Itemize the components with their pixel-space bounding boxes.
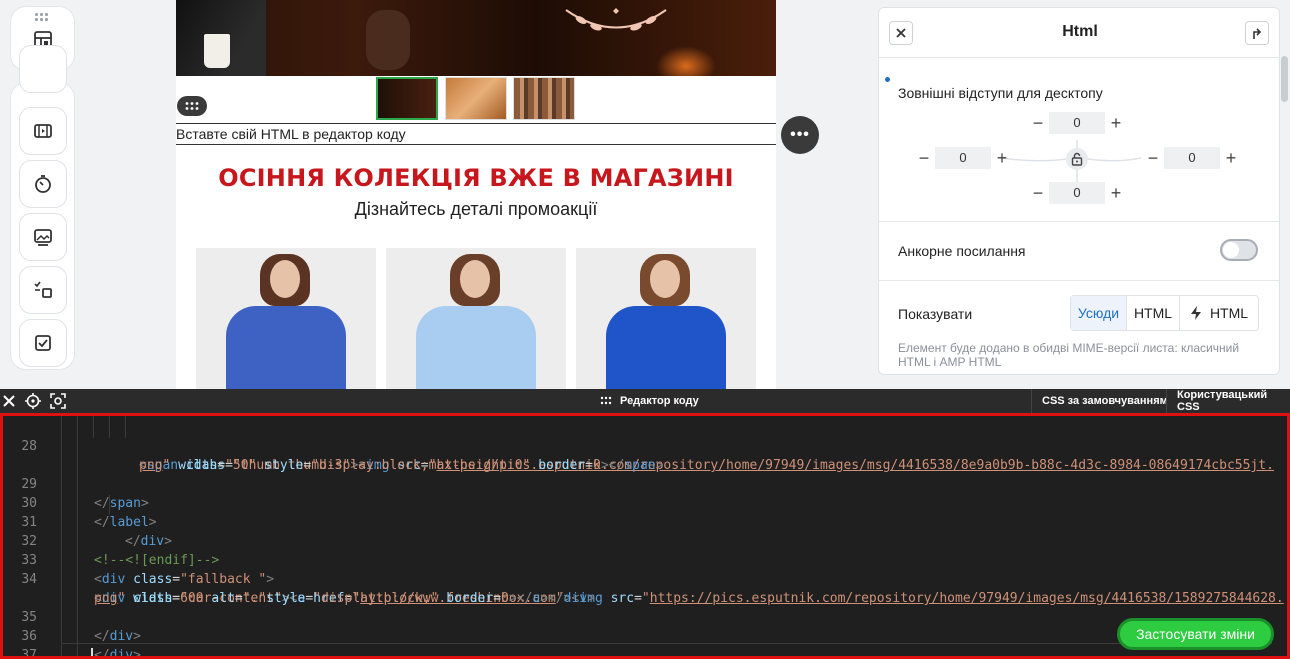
mime-note: Елемент буде додано в обидві MIME-версії… <box>898 341 1240 369</box>
changed-indicator <box>885 77 890 82</box>
margins-label: Зовнішні відступи для десктопу <box>898 85 1103 101</box>
tool-timer-button[interactable] <box>19 160 67 208</box>
current-line-marker <box>62 643 1272 644</box>
email-canvas: Вставте свій HTML в редактор коду ОСІННЯ… <box>176 0 776 390</box>
anchor-link-label: Анкорне посилання <box>898 243 1026 259</box>
video-icon <box>34 124 52 138</box>
code-line: png" width="50" style="display:block;max… <box>139 458 664 473</box>
code-line: 31 </div> <box>3 494 1287 549</box>
promo-subtitle: Дізнайтесь деталі промоакції <box>354 199 598 219</box>
target-button[interactable] <box>24 392 42 410</box>
divider <box>879 280 1279 281</box>
code-line: 33 <div class="fallback "> <box>3 532 1287 587</box>
code-editor-title: Редактор коду <box>620 395 699 407</box>
html-block-placeholder[interactable]: Вставте свій HTML в редактор коду <box>176 123 776 145</box>
carousel-thumb-1[interactable] <box>376 77 438 120</box>
grip-dots-icon <box>185 102 199 110</box>
divider <box>879 221 1279 222</box>
panel-scrollbar[interactable] <box>1281 56 1288 102</box>
checkbox-icon <box>35 335 51 351</box>
code-line: 32 <!--<![endif]--> <box>3 513 1287 568</box>
decrement-icon[interactable]: − <box>1027 182 1049 204</box>
code-editor[interactable]: 28 <span class="thumb thumb-3"><img src=… <box>0 413 1290 659</box>
increment-icon[interactable]: + <box>991 147 1013 169</box>
crosshair-icon <box>25 393 41 409</box>
product-image-2[interactable] <box>386 248 566 390</box>
text-cursor <box>91 648 93 656</box>
block-more-menu-button[interactable]: ••• <box>781 116 819 154</box>
show-option-amp-label: HTML <box>1209 305 1249 321</box>
show-option-html[interactable]: HTML <box>1127 296 1180 330</box>
code-line: 30 </label> <box>3 475 1287 530</box>
decrement-icon[interactable]: − <box>1027 112 1049 134</box>
wreath-decoration-icon <box>565 8 667 31</box>
unlock-icon <box>1071 152 1083 166</box>
code-line: 28 <span class="thumb thumb-3"><img src=… <box>3 418 1287 473</box>
product-image-3[interactable] <box>576 248 756 390</box>
carousel-thumb-3[interactable] <box>513 77 575 120</box>
focus-button[interactable] <box>49 392 67 410</box>
apply-changes-button[interactable]: Застосувати зміни <box>1117 618 1274 650</box>
increment-icon[interactable]: + <box>1105 182 1127 204</box>
margin-bottom-value[interactable]: 0 <box>1049 182 1105 204</box>
close-icon <box>3 395 15 407</box>
code-line: 29 </span> <box>3 456 1287 511</box>
decrement-icon[interactable]: − <box>913 147 935 169</box>
margin-left-stepper[interactable]: − 0 + <box>913 147 1015 169</box>
amp-lightning-icon <box>1190 306 1201 320</box>
margins-lock-button[interactable] <box>1066 148 1088 170</box>
tool-checklist-button[interactable] <box>19 266 67 314</box>
margin-top-stepper[interactable]: − 0 + <box>1027 112 1129 134</box>
panel-expand-button[interactable] <box>1245 21 1269 45</box>
tool-video-button[interactable] <box>19 107 67 155</box>
panel-title: Html <box>1062 23 1098 40</box>
toolbar-blocks-card <box>10 45 75 370</box>
margin-top-value[interactable]: 0 <box>1049 112 1105 134</box>
margin-right-value[interactable]: 0 <box>1164 147 1220 169</box>
show-label: Показувати <box>898 306 973 322</box>
show-option-everywhere[interactable]: Усюди <box>1071 296 1127 330</box>
carousel-thumb-2[interactable] <box>445 77 507 120</box>
drag-dots-icon[interactable] <box>600 396 612 406</box>
block-settings-panel: Html Зовнішні відступи для десктопу − 0 … <box>878 7 1280 375</box>
arrow-up-right-icon <box>1253 28 1262 39</box>
close-editor-button[interactable] <box>0 392 18 410</box>
block-drag-handle[interactable] <box>177 96 207 116</box>
tab-default-css[interactable]: CSS за замовчуванням <box>1031 389 1178 413</box>
margin-bottom-stepper[interactable]: − 0 + <box>1027 182 1129 204</box>
email-builder-app: { "canvas": { "html_placeholder": "Встав… <box>0 0 1290 659</box>
more-dots-icon: ••• <box>790 126 810 143</box>
margin-right-stepper[interactable]: − 0 + <box>1142 147 1244 169</box>
focus-frame-icon <box>50 393 66 409</box>
carousel-thumbnails <box>376 77 576 121</box>
drag-handle-icon[interactable] <box>35 13 51 21</box>
tool-button-partial[interactable] <box>19 45 67 93</box>
code-line: 38 <box>3 646 1287 656</box>
margin-left-value[interactable]: 0 <box>935 147 991 169</box>
promo-title: ОСІННЯ КОЛЕКЦІЯ ВЖЕ В МАГАЗИНІ <box>218 164 734 192</box>
tool-checkbox-button[interactable] <box>19 319 67 367</box>
code-line: 35 </div> <box>3 589 1287 644</box>
banner-image-icon <box>34 229 52 246</box>
show-option-amp-html[interactable]: HTML <box>1180 296 1258 330</box>
checklist-icon <box>34 281 52 298</box>
increment-icon[interactable]: + <box>1220 147 1242 169</box>
anchor-link-toggle[interactable] <box>1220 239 1258 261</box>
decrement-icon[interactable]: − <box>1142 147 1164 169</box>
product-image-1[interactable] <box>196 248 376 390</box>
code-line: 36 </div> <box>3 608 1287 656</box>
tool-banner-button[interactable] <box>19 213 67 261</box>
panel-header: Html <box>879 8 1279 58</box>
code-editor-toolbar: Редактор коду CSS за замовчуванням Корис… <box>0 389 1290 413</box>
code-line: 34 <div class="car-content"><a href="htt… <box>3 551 1287 606</box>
show-segmented-control: Усюди HTML HTML <box>1070 295 1259 331</box>
code-line: png" width=600 alt="."style="display:blo… <box>94 591 595 606</box>
timer-icon <box>35 175 51 193</box>
tab-custom-css[interactable]: Користувацький CSS <box>1166 389 1290 413</box>
increment-icon[interactable]: + <box>1105 112 1127 134</box>
hero-banner-image[interactable] <box>176 0 776 76</box>
